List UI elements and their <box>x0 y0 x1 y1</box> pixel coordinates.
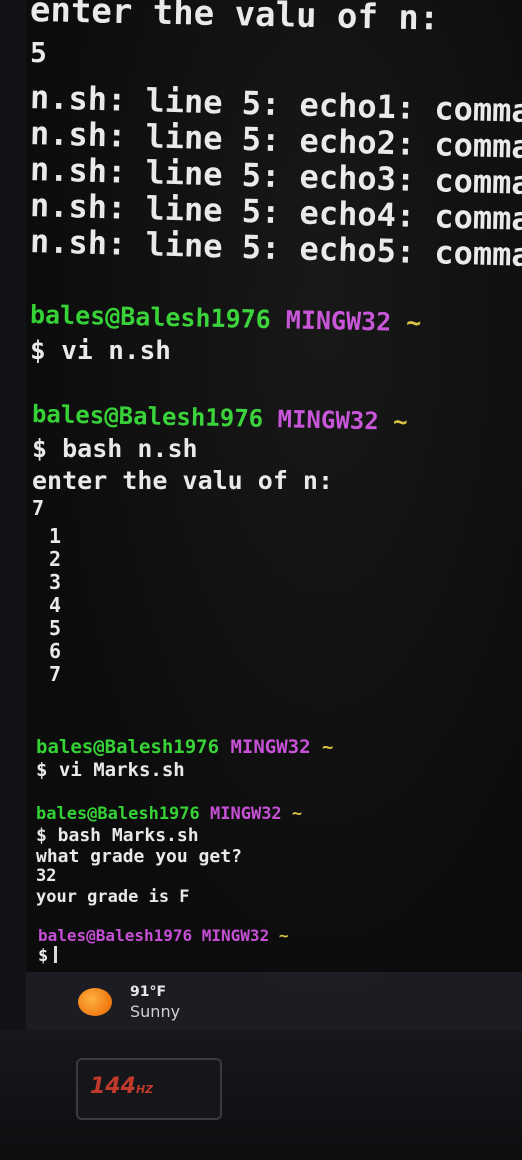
prompt-dir: ~ <box>278 926 289 945</box>
loop-output-line: 6 <box>49 639 62 663</box>
command-line: $ vi n.sh <box>30 336 171 366</box>
grade-result: your grade is F <box>36 887 190 907</box>
prompt-env: MINGW32 <box>230 736 311 758</box>
loop-output-line: 7 <box>49 662 62 686</box>
prompt-env: MINGW32 <box>285 305 392 337</box>
prompt-line: bales@Balesh1976 MINGW32 ~ <box>30 300 422 337</box>
prompt-dir: ~ <box>405 307 422 338</box>
loop-output-line: 1 <box>49 524 62 548</box>
terminal-screen: enter the valu of n: 5 n.sh: line 5: ech… <box>26 0 522 1030</box>
loop-output-line: 5 <box>49 616 62 640</box>
taskbar: 91°F Sunny <box>26 972 522 1030</box>
question-text: enter the valu of n: <box>32 466 334 495</box>
prompt-env: MINGW32 <box>210 804 282 824</box>
active-prompt[interactable]: $ <box>38 946 58 966</box>
prompt-user: bales@Balesh1976 <box>36 736 220 758</box>
prompt-dir: ~ <box>392 407 408 436</box>
prompt-user: bales@Balesh1976 <box>29 300 272 335</box>
command-line: $ bash Marks.sh <box>36 825 199 846</box>
terminal-window[interactable]: enter the valu of n: 5 n.sh: line 5: ech… <box>26 0 522 972</box>
prompt-symbol: $ <box>38 946 49 966</box>
loop-output-line: 3 <box>49 570 62 594</box>
user-input: 32 <box>36 866 57 886</box>
prompt-user: bales@Balesh1976 <box>36 804 200 824</box>
loop-output-line: 4 <box>49 593 62 617</box>
prompt-line: bales@Balesh1976 MINGW32 ~ <box>38 926 288 945</box>
prompt-line: bales@Balesh1976 MINGW32 ~ <box>36 736 333 758</box>
prompt-line: bales@Balesh1976 MINGW32 ~ <box>32 400 408 436</box>
prompt-dir: ~ <box>322 736 334 758</box>
prompt-user: bales@Balesh1976 <box>31 400 264 433</box>
command-line: $ bash n.sh <box>32 434 198 463</box>
weather-condition[interactable]: Sunny <box>130 1002 180 1021</box>
prev-prompt-text: enter the valu of n: <box>29 0 440 39</box>
refresh-rate-label: 144HZ <box>90 1074 154 1099</box>
prompt-env: MINGW32 <box>201 926 270 945</box>
text-cursor <box>54 946 58 963</box>
prompt-line: bales@Balesh1976 MINGW32 ~ <box>36 804 302 824</box>
question-text: what grade you get? <box>36 846 242 867</box>
weather-temperature[interactable]: 91°F <box>130 984 166 1000</box>
loop-output-line: 2 <box>49 547 62 571</box>
command-line: $ vi Marks.sh <box>36 759 185 781</box>
prompt-env: MINGW32 <box>277 405 380 436</box>
prompt-user: bales@Balesh1976 <box>38 926 193 945</box>
sun-icon[interactable] <box>78 988 112 1016</box>
prompt-dir: ~ <box>291 804 303 824</box>
user-input: 7 <box>32 496 45 520</box>
prev-input: 5 <box>30 36 47 69</box>
